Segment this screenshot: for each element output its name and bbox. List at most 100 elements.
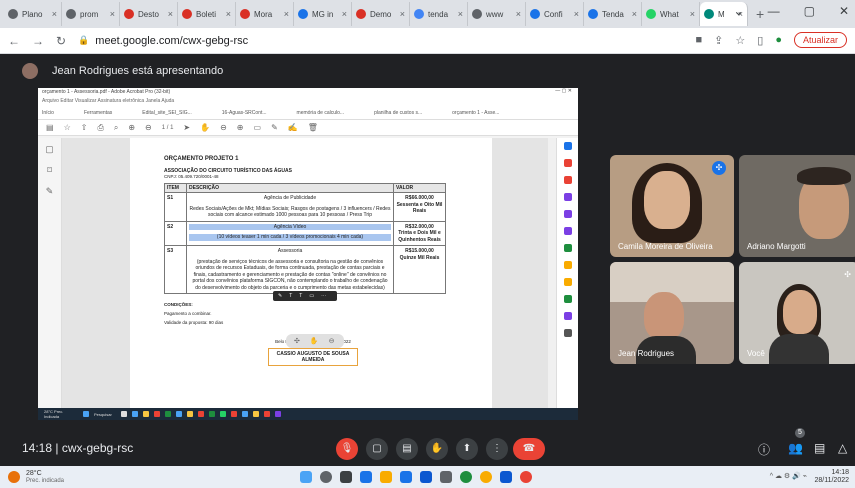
- maximize-button[interactable]: ▢: [804, 4, 815, 18]
- activities-icon[interactable]: △: [838, 441, 847, 455]
- chat-icon[interactable]: ▤: [814, 441, 825, 455]
- acrobat-title-bar: orçamento 1 - Assessoria.pdf - Adobe Acr…: [38, 88, 578, 98]
- browser-tab[interactable]: Mora ×: [236, 2, 294, 26]
- minimize-button[interactable]: —: [768, 4, 780, 18]
- weather-widget[interactable]: 28°C Prec. indicada: [26, 470, 64, 485]
- close-icon[interactable]: ×: [458, 9, 463, 19]
- signer-name: CASSIO AUGUSTO DE SOUSA ALMEIDA: [268, 348, 358, 366]
- participant-tile[interactable]: Adriano Margotti: [739, 155, 855, 257]
- close-icon[interactable]: ×: [226, 9, 231, 19]
- store-icon[interactable]: [420, 471, 432, 483]
- profile-icon[interactable]: ●: [775, 34, 782, 46]
- browser-tab[interactable]: Plano ×: [4, 2, 62, 26]
- meeting-info: 14:18 | cwx-gebg-rsc: [22, 441, 134, 455]
- bookmark-star-icon[interactable]: ☆: [735, 34, 745, 47]
- close-icon[interactable]: ×: [400, 9, 405, 19]
- whatsapp-icon[interactable]: [460, 471, 472, 483]
- edge-icon[interactable]: [400, 471, 412, 483]
- browser-tab[interactable]: Demo ×: [352, 2, 410, 26]
- pin-icon[interactable]: ✣: [712, 161, 726, 175]
- raise-hand-button[interactable]: ✋: [426, 438, 448, 460]
- forward-button[interactable]: →: [32, 34, 44, 48]
- close-icon[interactable]: ×: [574, 9, 579, 19]
- update-button[interactable]: Atualizar: [793, 32, 847, 48]
- acrobat-tabs: Início Ferramentas Edital_site_SEI_SIG... 1…: [38, 106, 578, 120]
- system-tray-icons[interactable]: ^ ☁ ⚙ 🔊 ⌁: [770, 472, 807, 480]
- windows-icon: [83, 411, 89, 417]
- hand-icon: ✋: [200, 123, 211, 132]
- close-window-button[interactable]: ✕: [839, 4, 849, 18]
- camera-button[interactable]: ▢: [366, 438, 388, 460]
- budget-table: ITEM DESCRIÇÃO VALOR S1 Agência de Publi…: [164, 183, 446, 294]
- back-button[interactable]: ←: [8, 34, 20, 48]
- address-bar: ← → ↻ 🔒 meet.google.com/cwx-gebg-rsc ■ ⇪…: [0, 28, 855, 54]
- present-button[interactable]: ⬆: [456, 438, 478, 460]
- captions-button[interactable]: ▤: [396, 438, 418, 460]
- favicon-icon: [588, 9, 598, 19]
- participant-tile[interactable]: ✣ Você: [739, 262, 855, 364]
- close-icon[interactable]: ×: [632, 9, 637, 19]
- tab-search-icon[interactable]: ⌄: [734, 4, 744, 18]
- participant-tile[interactable]: ✣ Camila Moreira de Oliveira: [610, 155, 734, 257]
- browser-tab[interactable]: Confi ×: [526, 2, 584, 26]
- os-taskbar: 28°C Prec. indicada ^ ☁ ⚙ 🔊 ⌁ 14:18 28/11/…: [0, 466, 855, 488]
- close-icon[interactable]: ×: [690, 9, 695, 19]
- presenter-avatar: [22, 63, 38, 79]
- participant-name: Adriano Margotti: [747, 242, 806, 251]
- app-icon[interactable]: [500, 471, 512, 483]
- col-desc: DESCRIÇÃO: [186, 183, 394, 193]
- chrome-alt-icon[interactable]: [520, 471, 532, 483]
- more-options-icon[interactable]: ✣: [844, 270, 851, 279]
- lock-icon[interactable]: 🔒: [78, 35, 89, 46]
- browser-tab[interactable]: MG in ×: [294, 2, 352, 26]
- search-tool-icon: [563, 142, 572, 150]
- close-icon[interactable]: ×: [168, 9, 173, 19]
- floating-toolbar: ✣ ✋ ⊖: [286, 334, 344, 348]
- text-icon: T: [299, 293, 303, 299]
- presenter-text: Jean Rodrigues está apresentando: [52, 65, 224, 77]
- scrollbar: [548, 138, 556, 408]
- doc-title: ORÇAMENTO PROJETO 1: [164, 156, 239, 162]
- window-controls: ⌄ — ▢ ✕: [734, 4, 849, 18]
- task-view-icon[interactable]: [340, 471, 352, 483]
- search-icon[interactable]: [320, 471, 332, 483]
- close-icon[interactable]: ×: [52, 9, 57, 19]
- meet-control-bar: 14:18 | cwx-gebg-rsc 🎙 ▢ ▤ ✋ ⬆ ⋮ ☎ ⓘ 👥 ▤…: [0, 432, 855, 466]
- close-icon[interactable]: ×: [516, 9, 521, 19]
- favicon-icon: [356, 9, 366, 19]
- close-icon[interactable]: ×: [284, 9, 289, 19]
- text-selection-toolbar: ✎ T T ▭ ⋯: [273, 291, 337, 301]
- browser-tab[interactable]: What ×: [642, 2, 700, 26]
- chat-app-icon[interactable]: [360, 471, 372, 483]
- start-icon[interactable]: [300, 471, 312, 483]
- more-options-button[interactable]: ⋮: [486, 438, 508, 460]
- clock[interactable]: 14:18 28/11/2022: [814, 469, 849, 485]
- hang-up-button[interactable]: ☎: [513, 438, 545, 460]
- close-icon[interactable]: ×: [110, 9, 115, 19]
- favicon-icon: [8, 9, 18, 19]
- share-icon[interactable]: ⇪: [714, 34, 723, 47]
- favicon-icon: [66, 9, 76, 19]
- close-icon[interactable]: ×: [342, 9, 347, 19]
- pages-icon: ▢: [45, 144, 54, 154]
- document-area: ▢ ⌑ ✎ ORÇAMENTO PROJETO 1 ASSOCIAÇÃO DO …: [38, 138, 578, 420]
- info-icon[interactable]: ⓘ: [758, 441, 770, 458]
- chrome-icon[interactable]: [480, 471, 492, 483]
- browser-tab[interactable]: Desto ×: [120, 2, 178, 26]
- file-explorer-icon[interactable]: [380, 471, 392, 483]
- participant-tile[interactable]: Jean Rodrigues: [610, 262, 734, 364]
- mic-off-button[interactable]: 🎙: [336, 438, 358, 460]
- settings-icon[interactable]: [440, 471, 452, 483]
- reload-button[interactable]: ↻: [56, 34, 66, 48]
- acrobat-tab: Ferramentas: [83, 109, 113, 116]
- browser-tab[interactable]: tenda ×: [410, 2, 468, 26]
- sidebar-icon[interactable]: ▯: [757, 34, 763, 47]
- camera-icon[interactable]: ■: [696, 34, 703, 46]
- browser-tab[interactable]: Tenda ×: [584, 2, 642, 26]
- browser-tab[interactable]: prom ×: [62, 2, 120, 26]
- browser-tab[interactable]: www ×: [468, 2, 526, 26]
- url-field[interactable]: meet.google.com/cwx-gebg-rsc: [95, 35, 248, 47]
- browser-tab[interactable]: Boleti ×: [178, 2, 236, 26]
- people-icon[interactable]: 👥: [788, 441, 803, 455]
- payment-text: Pagamento a combinar.: [164, 311, 212, 316]
